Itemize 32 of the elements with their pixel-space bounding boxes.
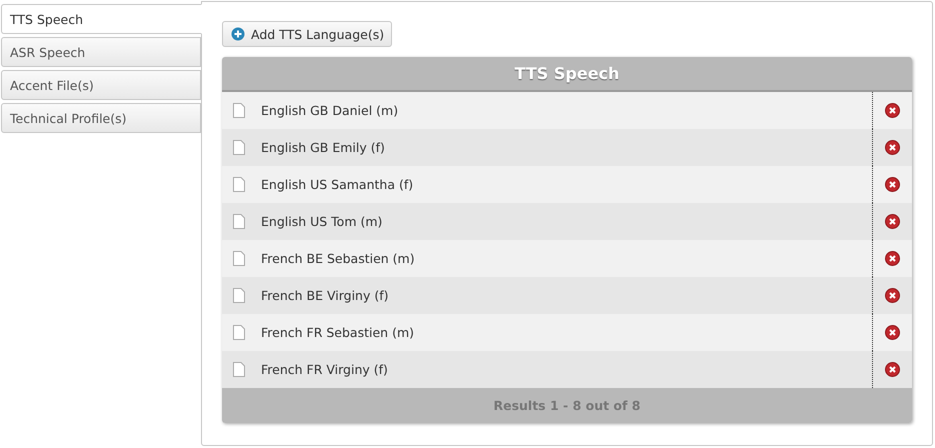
language-name: English GB Emily (f) [260, 140, 386, 155]
delete-icon[interactable] [885, 214, 900, 229]
language-name: French BE Sebastien (m) [260, 251, 416, 266]
delete-icon[interactable] [885, 140, 900, 155]
tab[interactable]: ASR Speech [1, 37, 201, 67]
document-icon [233, 325, 245, 340]
delete-icon[interactable] [885, 362, 900, 377]
delete-icon[interactable] [885, 177, 900, 192]
table-title: TTS Speech [222, 57, 912, 92]
tab[interactable]: Accent File(s) [1, 70, 201, 100]
language-name: English US Samantha (f) [260, 177, 414, 192]
language-name: English US Tom (m) [260, 214, 384, 229]
language-name: French BE Virginy (f) [260, 288, 390, 303]
tab[interactable]: Technical Profile(s) [1, 103, 201, 133]
delete-icon[interactable] [885, 103, 900, 118]
document-icon [233, 251, 245, 266]
language-name: English GB Daniel (m) [260, 103, 400, 118]
document-icon [233, 177, 245, 192]
document-icon [233, 103, 245, 118]
add-language-button[interactable]: Add TTS Language(s) [222, 21, 392, 47]
document-icon [233, 140, 245, 155]
delete-icon[interactable] [885, 251, 900, 266]
document-icon [233, 362, 245, 377]
language-name: French FR Virginy (f) [260, 362, 389, 377]
add-icon [231, 27, 245, 41]
tab[interactable]: TTS Speech [1, 4, 202, 34]
language-name: French FR Sebastien (m) [260, 325, 415, 340]
document-icon [233, 288, 245, 303]
results-count: Results 1 - 8 out of 8 [222, 388, 912, 423]
document-icon [233, 214, 245, 229]
delete-icon[interactable] [885, 325, 900, 340]
delete-icon[interactable] [885, 288, 900, 303]
